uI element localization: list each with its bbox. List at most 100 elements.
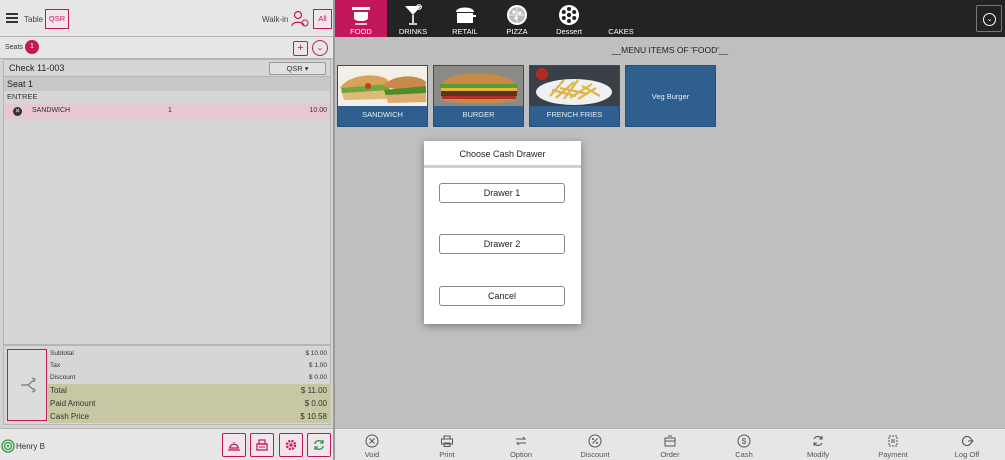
tool-label: Cash (735, 450, 753, 459)
total-label: Total (50, 386, 67, 395)
cash-price-label: Cash Price (50, 412, 90, 421)
cash-register-button[interactable] (250, 433, 274, 457)
split-icon (21, 377, 36, 393)
category-label: DRINKS (398, 27, 428, 36)
left-footer: Henry B (0, 428, 333, 460)
paid-value: $ 0.00 (304, 399, 327, 408)
paid-label: Paid Amount (50, 399, 96, 408)
category-food[interactable]: FOOD (335, 0, 387, 37)
pizza-icon (507, 5, 527, 25)
drawer-1-button[interactable]: Drawer 1 (439, 183, 565, 203)
modify-button[interactable]: Modify (788, 432, 848, 460)
chevron-down-icon[interactable]: ⌄ (312, 40, 328, 56)
tool-label: Print (439, 450, 455, 459)
seat-count-badge[interactable]: 1 (25, 40, 39, 54)
category-drinks[interactable]: DRINKS (387, 0, 439, 37)
menu-title: __MENU ITEMS OF 'FOOD'__ (611, 45, 729, 55)
check-number: Check 11-003 (9, 63, 65, 73)
total-value: $ 11.00 (300, 386, 327, 395)
qsr-button[interactable]: QSR (45, 9, 69, 29)
fries-image (530, 66, 619, 106)
hamburger-menu-icon[interactable] (6, 13, 18, 23)
order-panel: Table QSR Walk-in All Seats 1 + ⌄ Check … (0, 0, 335, 460)
logoff-button[interactable]: Log Off (937, 432, 997, 460)
remove-item-icon[interactable]: × (13, 107, 22, 116)
seat-label: Seat 1 (7, 79, 34, 89)
order-button[interactable]: Order (640, 432, 700, 460)
cloche-icon (228, 442, 240, 451)
refresh-button[interactable] (307, 433, 331, 457)
walkin-label: Walk-in (262, 15, 289, 24)
cocktail-icon (405, 4, 422, 25)
tax-label: Tax (50, 362, 61, 369)
discount-label: Discount (50, 374, 76, 381)
subtotal-row: Subtotal $ 10.00 (48, 348, 331, 360)
menu-item-french-fries[interactable]: FRENCH FRIES (529, 65, 620, 127)
table-row[interactable]: × SANDWICH 1 10.00 (4, 104, 330, 119)
tool-label: Discount (580, 450, 610, 459)
option-button[interactable]: Option (491, 432, 551, 460)
tool-label: Payment (878, 450, 908, 459)
discount-button[interactable]: Discount (565, 432, 625, 460)
seats-row: Seats 1 + ⌄ (0, 37, 333, 59)
drawer-2-button[interactable]: Drawer 2 (439, 234, 565, 254)
item-price: 10.00 (309, 107, 327, 114)
printer-icon (441, 435, 453, 447)
dessert-icon (559, 5, 579, 25)
action-toolbar: Void Print Option Discount Order $ Cash … (335, 428, 1005, 460)
cash-price-value: $ 10.58 (300, 412, 327, 421)
cash-button[interactable]: $ Cash (714, 432, 774, 460)
payment-button[interactable]: Payment (863, 432, 923, 460)
register-icon (256, 439, 268, 451)
all-button[interactable]: All (313, 9, 332, 29)
cash-icon: $ (737, 434, 751, 448)
modify-icon (813, 436, 823, 446)
order-type-select[interactable]: QSR ▾ (269, 62, 326, 75)
category-label: Dessert (556, 27, 582, 36)
menu-item-label: Veg Burger (651, 92, 690, 101)
category-pizza[interactable]: PIZZA (491, 0, 543, 37)
category-label: CAKES (608, 27, 634, 36)
void-button[interactable]: Void (342, 432, 402, 460)
menu-item-burger[interactable]: BURGER (433, 65, 524, 127)
subtotal-value: $ 10.00 (305, 350, 327, 357)
check-row: Check 11-003 QSR ▾ (4, 60, 330, 77)
print-button[interactable]: Print (417, 432, 477, 460)
cancel-button[interactable]: Cancel (439, 286, 565, 306)
settings-button[interactable] (279, 433, 303, 457)
customer-icon[interactable] (291, 10, 309, 28)
logoff-icon (961, 435, 974, 447)
menu-item-veg-burger[interactable]: Veg Burger (625, 65, 716, 127)
menu-item-sandwich[interactable]: SANDWICH (337, 65, 428, 127)
seats-label: Seats (5, 44, 23, 51)
split-check-button[interactable] (7, 349, 47, 421)
check-items: Check 11-003 QSR ▾ Seat 1 ENTREE × SANDW… (3, 59, 331, 345)
subtotal-label: Subtotal (50, 350, 74, 357)
wifi-icon (1, 439, 15, 453)
order-icon (664, 435, 676, 447)
kitchen-button[interactable] (222, 433, 246, 457)
item-name: SANDWICH (32, 107, 71, 114)
discount-row: Discount $ 0.00 (48, 372, 331, 384)
dialog-title: Choose Cash Drawer (424, 141, 581, 168)
item-qty: 1 (168, 107, 172, 114)
menu-item-label: BURGER (462, 110, 495, 119)
category-cakes[interactable]: CAKES (595, 0, 647, 37)
cash-price-row: Cash Price $ 10.58 (48, 410, 331, 423)
course-label: ENTREE (7, 92, 38, 101)
user-name: Henry B (16, 442, 45, 451)
category-bar: FOOD DRINKS RETAIL PIZZA Dessert CAKES (335, 0, 1005, 37)
category-menu-button[interactable]: ⌄ (976, 5, 1002, 32)
add-seat-button[interactable]: + (293, 41, 308, 56)
tax-row: Tax $ 1.00 (48, 360, 331, 372)
food-pot-icon (352, 7, 370, 25)
menu-item-label: SANDWICH (362, 110, 403, 119)
seat-row[interactable]: Seat 1 (4, 77, 330, 91)
tool-label: Order (660, 450, 680, 459)
category-retail[interactable]: RETAIL (439, 0, 491, 37)
chevron-down-icon: ⌄ (983, 13, 996, 26)
category-dessert[interactable]: Dessert (543, 0, 595, 37)
category-label: FOOD (350, 27, 372, 36)
menu-item-label: FRENCH FRIES (546, 110, 603, 119)
sandwich-image (338, 66, 427, 106)
